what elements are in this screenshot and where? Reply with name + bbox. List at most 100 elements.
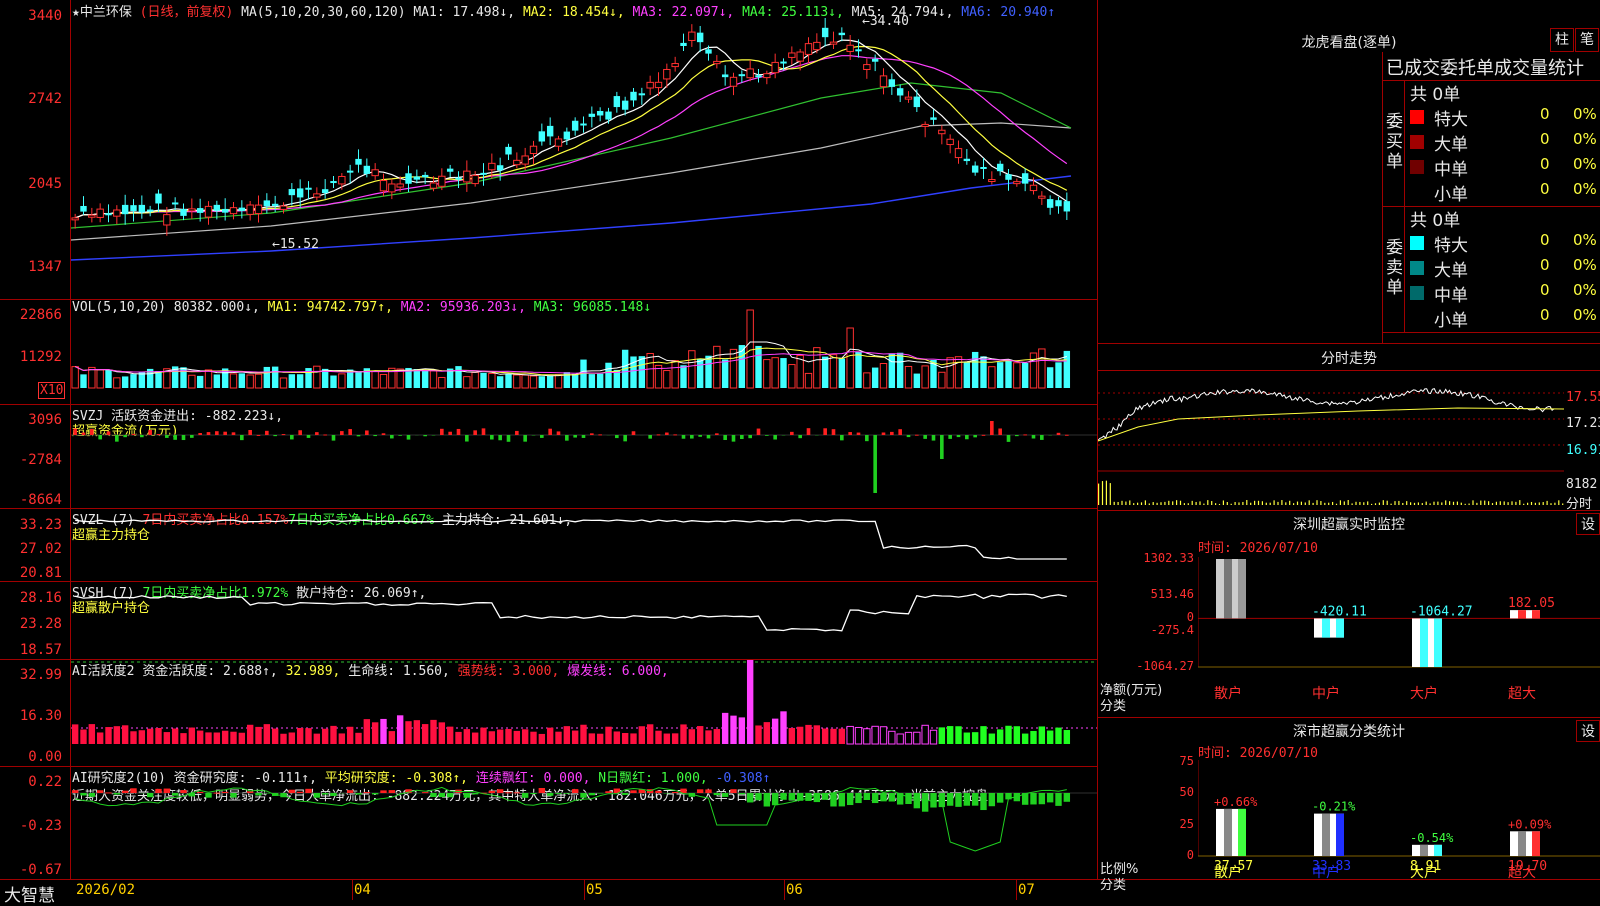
sz-class-settings-button[interactable]: 设 <box>1576 720 1600 742</box>
svzj-y-tick: 3096 <box>0 412 62 428</box>
low-price-label: ←15.52 <box>272 237 319 252</box>
x-axis-bar: 大智慧 2026/02 04 05 06 07 <box>0 880 1600 900</box>
stats-tab[interactable]: 已成交委托单成交量统计 <box>1386 54 1600 80</box>
main-holding-chart[interactable] <box>71 509 1097 581</box>
activity-bar <box>122 725 128 744</box>
activity-bar <box>1014 726 1020 744</box>
buy-row: 小单00% <box>1410 180 1600 204</box>
activity-bar <box>572 731 578 744</box>
intraday-volume-bar <box>1336 504 1337 505</box>
intraday-volume-bar <box>1426 502 1427 505</box>
volume-bar <box>214 374 220 388</box>
candle-body <box>230 208 236 214</box>
research-bar <box>997 793 1003 803</box>
candle-body <box>314 194 320 197</box>
activity-bar <box>139 730 145 744</box>
volume-bar <box>605 363 611 388</box>
sz-class-bar <box>1216 809 1246 856</box>
fund-flow-chart[interactable] <box>71 405 1097 508</box>
research-bar <box>147 793 153 797</box>
volume-bar <box>339 374 345 388</box>
x-tick-label: 2026/02 <box>76 882 135 898</box>
research-bar <box>155 789 161 793</box>
sell-total: 共 0单 <box>1410 206 1460 230</box>
volume-bar <box>772 358 778 388</box>
intraday-volume-bar <box>1246 500 1247 505</box>
intraday-volume-bar <box>1519 500 1520 505</box>
activity-bar <box>722 713 728 744</box>
activity-bar <box>522 729 528 744</box>
intraday-volume-bar <box>1235 502 1236 505</box>
intraday-volume-bar <box>1363 502 1364 505</box>
volume-chart[interactable] <box>71 300 1097 404</box>
flow-bar <box>990 421 994 435</box>
flow-bar <box>115 435 119 442</box>
flow-bar <box>890 432 894 435</box>
activity-bar <box>964 733 970 744</box>
candle-body <box>839 33 845 35</box>
retail-holding-chart[interactable] <box>71 582 1097 659</box>
research-bar <box>739 793 745 794</box>
volume-bar <box>272 367 278 388</box>
research-chart[interactable] <box>71 767 1097 879</box>
flow-bar <box>207 432 211 435</box>
activity-bar <box>705 730 711 744</box>
flow-bar <box>182 435 186 440</box>
research-bar <box>439 793 445 797</box>
flow-bar <box>915 435 919 436</box>
intraday-volume-bar <box>1488 501 1489 505</box>
volume-bar <box>480 373 486 388</box>
research-bar <box>380 790 386 793</box>
ai1-y-tick: 32.99 <box>0 667 62 683</box>
research-bar <box>347 790 353 793</box>
flow-bar <box>623 435 627 441</box>
flow-bar <box>223 432 227 435</box>
intraday-volume-bar <box>1383 500 1384 505</box>
research-bar <box>489 791 495 793</box>
intraday-volume-bar <box>1500 501 1501 505</box>
flow-bar <box>1015 435 1019 436</box>
main-holding-line <box>75 520 1067 559</box>
flow-bar <box>257 435 261 436</box>
tick-mode-button[interactable]: 笔 <box>1575 28 1599 52</box>
intraday-volume-bar <box>1160 502 1161 505</box>
research-bar <box>930 793 936 808</box>
intraday-panel[interactable]: 分时走势 17.55 17.23 16.91 8182 分时 <box>1098 344 1600 510</box>
candle-body <box>447 169 453 172</box>
intraday-volume-bar <box>1114 502 1115 505</box>
candle-body <box>505 147 511 155</box>
svzl-y-tick: 33.23 <box>0 517 62 533</box>
activity-bar <box>380 719 386 744</box>
research-bar <box>697 789 703 793</box>
candle-body <box>705 49 711 53</box>
flow-bar <box>440 429 444 435</box>
activity-bar <box>614 731 620 744</box>
intraday-volume-bar <box>1199 501 1200 505</box>
bar-mode-button[interactable]: 柱 <box>1550 28 1574 52</box>
candle-body <box>630 92 636 101</box>
intraday-volume-bar <box>1394 501 1395 505</box>
intraday-volume-bar <box>1262 501 1263 505</box>
candle-body <box>714 61 720 63</box>
sz-monitor-settings-button[interactable]: 设 <box>1576 513 1600 535</box>
sz-monitor-value-label: 1302.33 <box>1214 557 1269 560</box>
high-price-label: ←34.40 <box>862 14 909 29</box>
volume-bar <box>555 375 561 388</box>
intraday-volume-bar <box>1476 503 1477 505</box>
flow-bar <box>590 433 594 435</box>
candlestick-chart[interactable] <box>71 18 1097 298</box>
dragon-tiger-panel: 龙虎看盘(逐单) 柱 笔 已成交委托单成交量统计 委买单 委卖单 共 0单 特大… <box>1098 0 1600 343</box>
research-bar <box>847 793 853 805</box>
flow-bar <box>1057 433 1061 435</box>
activity-bar <box>280 734 286 744</box>
chart-area[interactable]: 3440 2742 2045 1347 ★中兰环保 (日线，前复权) MA(5,… <box>0 0 1098 880</box>
intraday-avg-line <box>1098 408 1564 441</box>
intraday-chart[interactable] <box>1098 371 1564 509</box>
sz-class-title: 深市超赢分类统计 <box>1098 721 1600 741</box>
research-bar <box>497 789 503 793</box>
flow-bar <box>998 428 1002 435</box>
activity-chart[interactable] <box>71 660 1097 766</box>
sell-swatch <box>1410 236 1424 250</box>
intraday-volume-bar <box>1355 502 1356 505</box>
intraday-volume-bar <box>1484 501 1485 505</box>
